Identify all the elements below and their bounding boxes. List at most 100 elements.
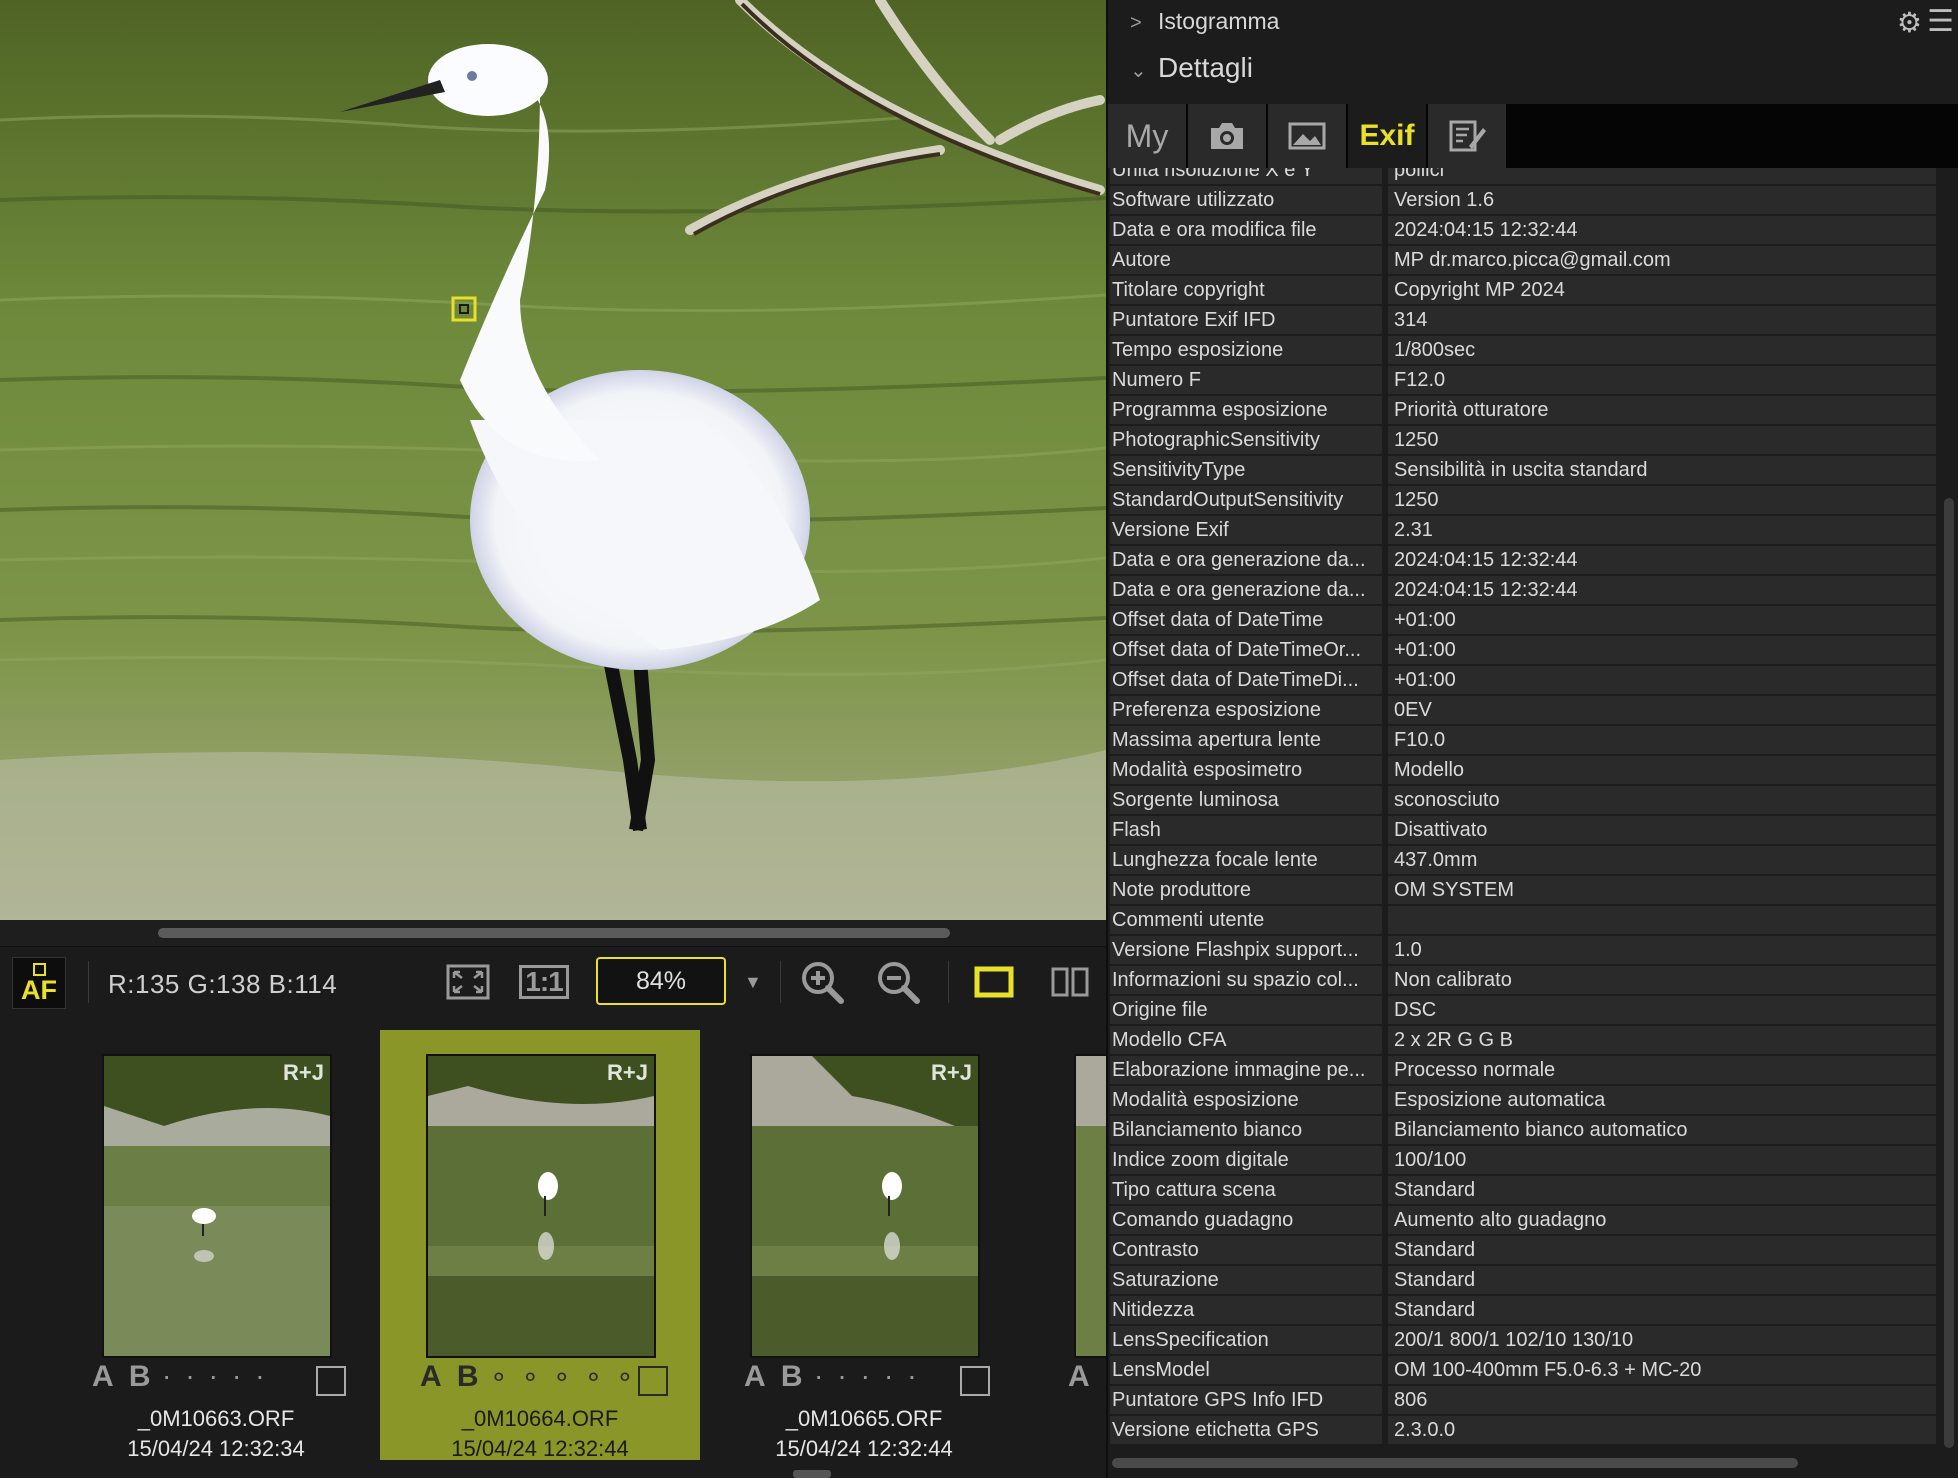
exif-row[interactable]: Origine file DSC	[1110, 996, 1936, 1024]
thumbnail-partial-right[interactable]: A	[1028, 1030, 1106, 1460]
fit-to-window-button[interactable]	[442, 957, 494, 1007]
menu-icon[interactable]: ☰	[1927, 4, 1954, 39]
thumbnail-item[interactable]: R+J A B ····· _0M10663.ORF 15/04/24 12:3…	[0, 1030, 346, 1461]
exif-row[interactable]: Lunghezza focale lente 437.0mm	[1110, 846, 1936, 874]
tab-edit-notes[interactable]	[1428, 104, 1508, 168]
exif-row[interactable]: Programma esposizione Priorità otturatore	[1110, 396, 1936, 424]
actual-size-button[interactable]: 1:1	[518, 957, 570, 1007]
exif-row[interactable]: Flash Disattivato	[1110, 816, 1936, 844]
exif-row[interactable]: Informazioni su spazio col... Non calibra…	[1110, 966, 1936, 994]
zoom-input[interactable]: 84%	[596, 957, 726, 1005]
exif-row[interactable]: Offset data of DateTime +01:00	[1110, 606, 1936, 634]
exif-row[interactable]: Puntatore GPS Info IFD 806	[1110, 1386, 1936, 1414]
zoom-in-button[interactable]	[796, 957, 848, 1007]
exif-key: Modalità esposimetro	[1110, 756, 1382, 784]
rating-dots[interactable]: ∘∘∘∘∘	[490, 1360, 648, 1393]
exif-row[interactable]: Unità risoluzione X e Y pollici	[1110, 168, 1936, 184]
exif-key: Contrasto	[1110, 1236, 1382, 1264]
exif-row[interactable]: Puntatore Exif IFD 314	[1110, 306, 1936, 334]
exif-row[interactable]: PhotographicSensitivity 1250	[1110, 426, 1936, 454]
select-checkbox[interactable]	[638, 1366, 668, 1396]
exif-value: MP dr.marco.picca@gmail.com	[1388, 246, 1936, 274]
single-view-button[interactable]	[968, 957, 1020, 1007]
exif-key: Puntatore Exif IFD	[1110, 306, 1382, 334]
section-label: Istogramma	[1158, 8, 1280, 34]
tab-my[interactable]: My	[1108, 104, 1188, 168]
exif-key: Commenti utente	[1110, 906, 1382, 934]
exif-row[interactable]: Modello CFA 2 x 2R G G B	[1110, 1026, 1936, 1054]
exif-value: Standard	[1388, 1236, 1936, 1264]
exif-row[interactable]: Preferenza esposizione 0EV	[1110, 696, 1936, 724]
rating-dots[interactable]: ·····	[814, 1360, 931, 1392]
ab-compare-label[interactable]: A	[1068, 1360, 1094, 1394]
exif-row[interactable]: LensModel OM 100-400mm F5.0-6.3 + MC-20	[1110, 1356, 1936, 1384]
filmstrip-resize-handle[interactable]	[793, 1470, 831, 1478]
exif-row[interactable]: Tempo esposizione 1/800sec	[1110, 336, 1936, 364]
exif-row[interactable]: Tipo cattura scena Standard	[1110, 1176, 1936, 1204]
exif-horizontal-scrollbar[interactable]	[1112, 1458, 1798, 1468]
exif-row[interactable]: Software utilizzato Version 1.6	[1110, 186, 1936, 214]
exif-row[interactable]: Massima apertura lente F10.0	[1110, 726, 1936, 754]
filmstrip[interactable]: R+J A B ····· _0M10663.ORF 15/04/24 12:3…	[0, 1016, 1106, 1478]
exif-row[interactable]: Titolare copyright Copyright MP 2024	[1110, 276, 1936, 304]
exif-key: Offset data of DateTime	[1110, 606, 1382, 634]
image-viewer[interactable]	[0, 0, 1106, 920]
select-checkbox[interactable]	[960, 1366, 990, 1396]
exif-row[interactable]: LensSpecification 200/1 800/1 102/10 130/…	[1110, 1326, 1936, 1354]
ab-compare-label[interactable]: A B	[420, 1360, 483, 1394]
exif-row[interactable]: StandardOutputSensitivity 1250	[1110, 486, 1936, 514]
ab-compare-label[interactable]: A B	[92, 1360, 155, 1394]
exif-row[interactable]: Contrasto Standard	[1110, 1236, 1936, 1264]
exif-row[interactable]: Autore MP dr.marco.picca@gmail.com	[1110, 246, 1936, 274]
exif-row[interactable]: Data e ora modifica file 2024:04:15 12:32…	[1110, 216, 1936, 244]
chevron-down-icon: ⌄	[1130, 60, 1147, 82]
exif-row[interactable]: Data e ora generazione da... 2024:04:15 1…	[1110, 546, 1936, 574]
exif-row[interactable]: Nitidezza Standard	[1110, 1296, 1936, 1324]
exif-key: LensModel	[1110, 1356, 1382, 1384]
zoom-out-button[interactable]	[872, 957, 924, 1007]
exif-row[interactable]: Modalità esposizione Esposizione automati…	[1110, 1086, 1936, 1114]
exif-value: Sensibilità in uscita standard	[1388, 456, 1936, 484]
exif-row[interactable]: SensitivityType Sensibilità in uscita sta…	[1110, 456, 1936, 484]
exif-row[interactable]: Versione etichetta GPS 2.3.0.0	[1110, 1416, 1936, 1444]
exif-row[interactable]: Sorgente luminosa sconosciuto	[1110, 786, 1936, 814]
tab-camera[interactable]	[1188, 104, 1268, 168]
section-details[interactable]: ⌄ Dettagli	[1108, 46, 1958, 96]
exif-value: Modello	[1388, 756, 1936, 784]
exif-row[interactable]: Data e ora generazione da... 2024:04:15 1…	[1110, 576, 1936, 604]
exif-row[interactable]: Saturazione Standard	[1110, 1266, 1936, 1294]
scrollbar-thumb[interactable]	[158, 928, 950, 938]
scrollbar-thumb[interactable]	[1944, 498, 1954, 1448]
rating-dots[interactable]: ·····	[162, 1360, 279, 1392]
select-checkbox[interactable]	[316, 1366, 346, 1396]
exif-table[interactable]: Unità risoluzione X e Y pollici Software u…	[1108, 168, 1936, 1450]
zoom-dropdown-arrow-icon[interactable]: ▼	[744, 972, 762, 993]
thumbnail-item-selected[interactable]: R+J A B ∘∘∘∘∘ _0M10664.ORF 15/04/24 12:3…	[380, 1030, 700, 1461]
compare-view-icon	[1051, 967, 1089, 997]
tab-image[interactable]	[1268, 104, 1348, 168]
exif-row[interactable]: Comando guadagno Aumento alto guadagno	[1110, 1206, 1936, 1234]
exif-row[interactable]: Offset data of DateTimeOr... +01:00	[1110, 636, 1936, 664]
thumbnail-item[interactable]: R+J A B ····· _0M10665.ORF 15/04/24 12:3…	[704, 1030, 1024, 1461]
af-point-toggle[interactable]: AF	[12, 957, 66, 1009]
tab-exif[interactable]: Exif	[1348, 104, 1428, 168]
toolbar-divider	[948, 961, 949, 1003]
exif-row[interactable]: Versione Exif 2.31	[1110, 516, 1936, 544]
exif-row[interactable]: Modalità esposimetro Modello	[1110, 756, 1936, 784]
exif-row[interactable]: Elaborazione immagine pe... Processo norm…	[1110, 1056, 1936, 1084]
gear-icon[interactable]: ⚙	[1897, 6, 1922, 39]
exif-row[interactable]: Versione Flashpix support... 1.0	[1110, 936, 1936, 964]
exif-value: 806	[1388, 1386, 1936, 1414]
exif-row[interactable]: Offset data of DateTimeDi... +01:00	[1110, 666, 1936, 694]
ab-compare-label[interactable]: A B	[744, 1360, 807, 1394]
exif-row[interactable]: Commenti utente	[1110, 906, 1936, 934]
exif-row[interactable]: Indice zoom digitale 100/100	[1110, 1146, 1936, 1174]
exif-vertical-scrollbar[interactable]	[1942, 168, 1956, 1450]
compare-view-button[interactable]	[1044, 957, 1096, 1007]
exif-row[interactable]: Numero F F12.0	[1110, 366, 1936, 394]
exif-row[interactable]: Bilanciamento bianco Bilanciamento bianco…	[1110, 1116, 1936, 1144]
exif-value: Version 1.6	[1388, 186, 1936, 214]
section-histogram[interactable]: > Istogramma ⚙ ☰	[1108, 0, 1958, 50]
exif-row[interactable]: Note produttore OM SYSTEM	[1110, 876, 1936, 904]
viewer-horizontal-scrollbar[interactable]	[0, 920, 1106, 946]
